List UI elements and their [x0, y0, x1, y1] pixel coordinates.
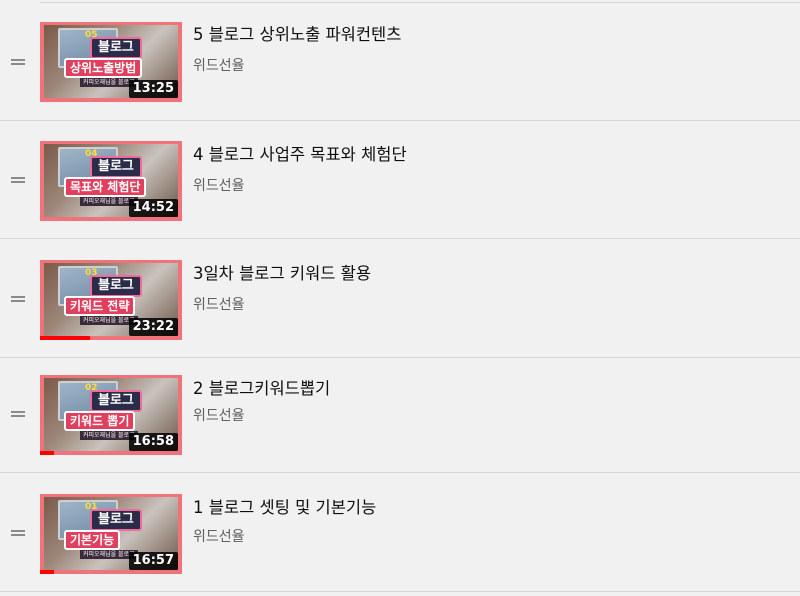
duration-badge: 23:22	[128, 318, 178, 336]
thumbnail-top-text: 블로그	[90, 275, 142, 297]
channel-name[interactable]: 위드선율	[193, 294, 245, 314]
thumbnail-main-text: 기본기능	[64, 530, 121, 550]
drag-handle-icon[interactable]	[11, 474, 25, 591]
thumbnail-top-text: 블로그	[90, 37, 142, 59]
video-thumbnail[interactable]: 05 블로그 상위노출방법 커피오재님을 블로그 13:25	[40, 22, 182, 102]
channel-name[interactable]: 위드선율	[193, 405, 245, 425]
video-title[interactable]: 5 블로그 상위노출 파워컨텐츠	[193, 21, 401, 45]
duration-badge: 14:52	[128, 199, 178, 217]
playlist-item[interactable]: 04 블로그 목표와 체험단 커피오재님을 블로그 14:52 4 블로그 사업…	[0, 121, 800, 239]
video-title[interactable]: 4 블로그 사업주 목표와 체험단	[193, 141, 407, 165]
playlist-item[interactable]: 05 블로그 상위노출방법 커피오재님을 블로그 13:25 5 블로그 상위노…	[0, 3, 800, 121]
video-title[interactable]: 2 블로그키워드뽑기	[193, 375, 330, 399]
watch-progress-bar	[40, 336, 90, 340]
playlist-item[interactable]: 01 블로그 기본기능 커피오재님을 블로그 16:57 1 블로그 셋팅 및 …	[0, 474, 800, 592]
duration-badge: 16:57	[128, 552, 178, 570]
thumbnail-main-text: 상위노출방법	[64, 58, 143, 78]
channel-name[interactable]: 위드선율	[193, 175, 245, 195]
video-thumbnail[interactable]: 03 블로그 키워드 전략 커피오재님을 블로그 23:22	[40, 260, 182, 340]
drag-handle-icon[interactable]	[11, 240, 25, 357]
thumbnail-main-text: 키워드 뽑기	[64, 411, 136, 431]
thumbnail-top-text: 블로그	[90, 156, 142, 178]
drag-handle-icon[interactable]	[11, 121, 25, 238]
watch-progress-bar	[40, 570, 55, 574]
video-title[interactable]: 1 블로그 셋팅 및 기본기능	[193, 494, 376, 518]
drag-handle-icon[interactable]	[11, 3, 25, 120]
watch-progress-bar	[40, 451, 55, 455]
duration-badge: 13:25	[128, 80, 178, 98]
video-thumbnail[interactable]: 01 블로그 기본기능 커피오재님을 블로그 16:57	[40, 494, 182, 574]
video-title[interactable]: 3일차 블로그 키워드 활용	[193, 260, 371, 284]
video-thumbnail[interactable]: 02 블로그 키워드 뽑기 커피오재님을 블로그 16:58	[40, 375, 182, 455]
duration-badge: 16:58	[128, 433, 178, 451]
channel-name[interactable]: 위드선율	[193, 526, 245, 546]
playlist-item[interactable]: 03 블로그 키워드 전략 커피오재님을 블로그 23:22 3일차 블로그 키…	[0, 240, 800, 358]
playlist-item[interactable]: 02 블로그 키워드 뽑기 커피오재님을 블로그 16:58 2 블로그키워드뽑…	[0, 355, 800, 473]
channel-name[interactable]: 위드선율	[193, 55, 245, 75]
thumbnail-top-text: 블로그	[90, 390, 142, 412]
thumbnail-main-text: 키워드 전략	[64, 296, 136, 316]
thumbnail-main-text: 목표와 체험단	[64, 177, 147, 197]
video-thumbnail[interactable]: 04 블로그 목표와 체험단 커피오재님을 블로그 14:52	[40, 141, 182, 221]
thumbnail-top-text: 블로그	[90, 509, 142, 531]
drag-handle-icon[interactable]	[11, 355, 25, 472]
